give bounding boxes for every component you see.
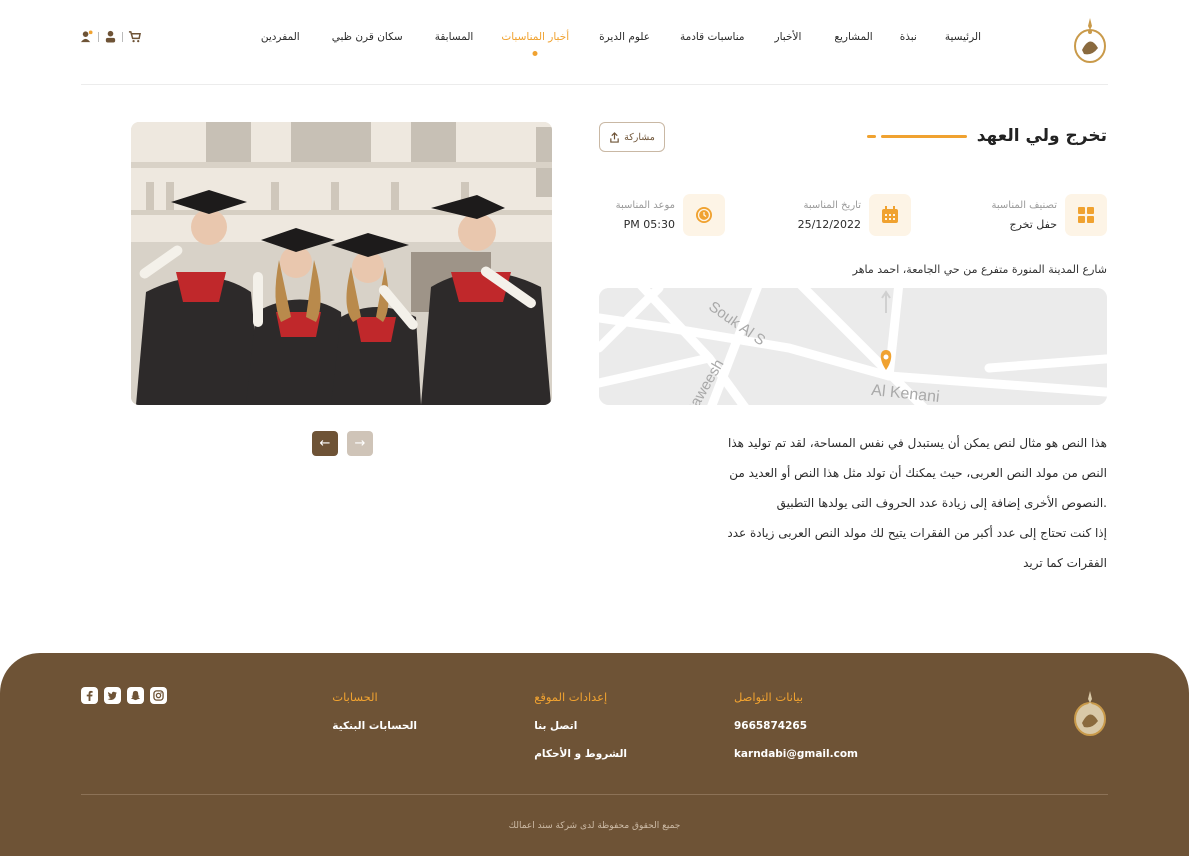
instagram-icon[interactable]: [150, 687, 167, 704]
event-title-group: تخرج ولي العهد: [866, 126, 1107, 146]
event-time: موعد المناسبة 05:30 PM: [616, 194, 725, 236]
contact-us-link[interactable]: اتصل بنا: [534, 720, 577, 732]
nav-events-news[interactable]: أخبار المناسبات: [501, 31, 570, 56]
twitter-icon[interactable]: [104, 687, 121, 704]
social-links: [81, 687, 167, 704]
date-label: تاريخ المناسبة: [803, 199, 861, 211]
category-label: تصنيف المناسبة: [991, 199, 1057, 211]
user-icon[interactable]: [104, 30, 117, 43]
location-map[interactable]: Gaweesh Souk Al S Al Kenani: [599, 288, 1107, 405]
footer-contact-column: بيانات التواصل 9665874265 karndabi@gmail…: [734, 690, 858, 760]
event-photo: [131, 122, 552, 405]
divider: [98, 31, 99, 42]
accent-dot: [866, 134, 876, 138]
footer-divider: [81, 794, 1108, 795]
nav-events-news-label: أخبار المناسبات: [501, 31, 570, 43]
graduation-photo: [131, 122, 552, 405]
divider: [122, 31, 123, 42]
description-line: النص من مولد النص العربى، حيث يمكنك أن ت…: [729, 466, 1107, 480]
facebook-icon[interactable]: [81, 687, 98, 704]
next-arrow-button[interactable]: →: [347, 431, 373, 456]
nav-news[interactable]: الأخبار: [775, 31, 802, 43]
map-canvas: Gaweesh Souk Al S Al Kenani: [599, 288, 1107, 405]
calendar-icon: [882, 206, 898, 223]
copyright-text: جميع الحقوق محفوظة لدى شركة سند اعمالك: [508, 821, 681, 831]
date-value: 25/12/2022: [797, 217, 861, 231]
nav-residents[interactable]: سكان قرن ظبي: [332, 31, 403, 43]
grid-icon: [1078, 207, 1094, 223]
nav-about[interactable]: نبذة: [900, 31, 917, 43]
description-line: هذا النص هو مثال لنص يمكن أن يستبدل في ن…: [728, 436, 1107, 450]
accounts-title: الحسابات: [332, 690, 378, 704]
terms-link[interactable]: الشروط و الأحكام: [534, 748, 627, 760]
category-value: حفل تخرج: [1009, 217, 1057, 231]
event-address: شارع المدينة المنورة متفرع من حي الجامعة…: [852, 263, 1107, 276]
nav-upcoming-events[interactable]: مناسبات قادمة: [680, 31, 745, 43]
title-accent: [866, 134, 967, 138]
footer-settings-column: إعدادات الموقع اتصل بنا الشروط و الأحكام: [534, 690, 627, 760]
description-line: الفقرات كما تريد: [1023, 556, 1107, 570]
time-icon-box: [683, 194, 725, 236]
settings-title: إعدادات الموقع: [534, 690, 608, 704]
description-line: .النصوص الأخرى إضافة إلى زيادة عدد الحرو…: [776, 496, 1107, 510]
event-title: تخرج ولي العهد: [976, 126, 1107, 146]
nav-singles[interactable]: المفردين: [261, 31, 300, 43]
nav-home[interactable]: الرئيسية: [945, 31, 981, 43]
photo-slider-controls: ← →: [312, 431, 373, 456]
header-divider: [81, 84, 1108, 85]
share-button[interactable]: مشاركة: [599, 122, 665, 152]
event-category: تصنيف المناسبة حفل تخرج: [992, 194, 1107, 236]
date-icon-box: [869, 194, 911, 236]
event-description: هذا النص هو مثال لنص يمكن أن يستبدل في ن…: [587, 428, 1107, 578]
footer-accounts-column: الحسابات الحسابات البنكية: [332, 690, 417, 732]
user-notification-icon[interactable]: [80, 30, 93, 43]
category-icon-box: [1065, 194, 1107, 236]
nav-projects[interactable]: المشاريع: [834, 31, 872, 43]
main-nav: الرئيسية نبذة المشاريع الأخبار مناسبات ق…: [261, 31, 981, 56]
site-footer: بيانات التواصل 9665874265 karndabi@gmail…: [0, 653, 1189, 856]
time-label: موعد المناسبة: [615, 199, 675, 211]
header-actions: [80, 30, 141, 43]
cart-icon[interactable]: [128, 30, 141, 43]
accent-line: [880, 134, 967, 138]
prev-arrow-button[interactable]: ←: [312, 431, 338, 456]
contact-title: بيانات التواصل: [733, 690, 804, 704]
nav-competition[interactable]: المسابقة: [435, 31, 474, 43]
snapchat-icon[interactable]: [127, 687, 144, 704]
share-label: مشاركة: [624, 131, 655, 143]
time-value: 05:30 PM: [623, 217, 675, 231]
bank-accounts-link[interactable]: الحسابات البنكية: [332, 720, 417, 732]
nav-dira-sciences[interactable]: علوم الديرة: [599, 31, 650, 43]
footer-logo[interactable]: [1072, 687, 1108, 739]
contact-phone[interactable]: 9665874265: [734, 720, 807, 732]
site-logo[interactable]: [1072, 14, 1108, 66]
active-nav-indicator: [532, 51, 538, 56]
site-header: الرئيسية نبذة المشاريع الأخبار مناسبات ق…: [0, 0, 1189, 86]
clock-icon: [696, 207, 712, 223]
share-icon: [610, 131, 619, 143]
description-line: إذا كنت تحتاج إلى عدد أكبر من الفقرات يت…: [727, 526, 1107, 540]
contact-email[interactable]: karndabi@gmail.com: [734, 748, 858, 760]
event-date: تاريخ المناسبة 25/12/2022: [798, 194, 911, 236]
